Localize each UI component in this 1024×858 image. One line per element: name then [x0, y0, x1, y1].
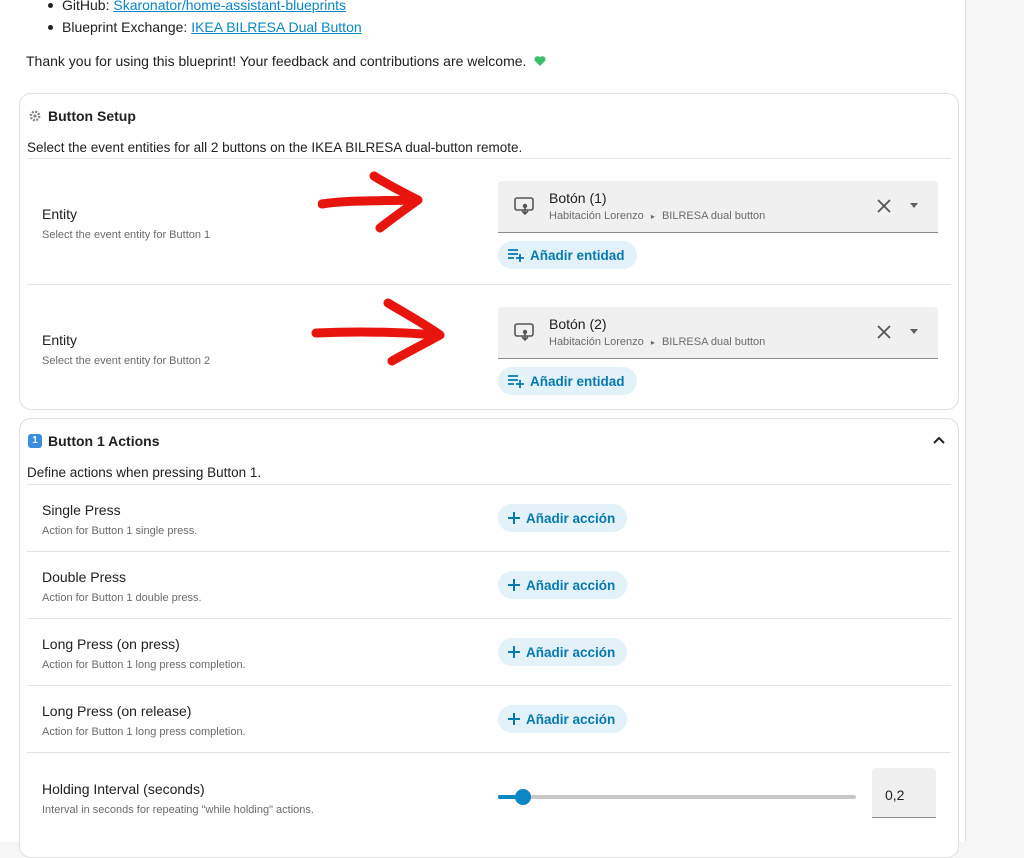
entity-1-help: Select the event entity for Button 1 — [42, 229, 211, 241]
holding-interval-slider[interactable] — [498, 789, 856, 805]
plus-icon — [508, 646, 520, 658]
entity-1-device: BILRESA dual button — [661, 210, 766, 222]
keycap-1-icon: 1 — [28, 434, 42, 448]
button1-actions-description: Define actions when pressing Button 1. — [27, 465, 262, 480]
playlist-plus-icon — [508, 249, 524, 262]
clear-icon[interactable] — [876, 324, 892, 340]
red-arrow-annotation — [311, 298, 445, 366]
add-entity-1-label: Añadir entidad — [530, 247, 625, 263]
add-action-label: Añadir acción — [526, 510, 616, 526]
red-arrow-annotation — [318, 171, 423, 233]
long-press-on-release-label: Long Press (on release) — [42, 703, 192, 719]
entity-2-area: Habitación Lorenzo — [549, 336, 644, 348]
add-entity-2-label: Añadir entidad — [530, 373, 625, 389]
entity-2-context: Habitación Lorenzo ▸ BILRESA dual button — [549, 336, 765, 348]
thanks-message: Thank you for using this blueprint! Your… — [26, 53, 527, 69]
button-setup-section: Button Setup Select the event entities f… — [19, 93, 959, 410]
exchange-label: Blueprint Exchange: — [62, 19, 192, 35]
entity-2-name: Botón (2) — [549, 316, 607, 332]
entity-1-name: Botón (1) — [549, 190, 607, 206]
breadcrumb-separator-icon: ▸ — [650, 338, 655, 347]
button1-actions-header[interactable]: 1 Button 1 Actions — [28, 433, 159, 449]
thanks-text: Thank you for using this blueprint! Your… — [26, 52, 546, 70]
add-entity-1-button[interactable]: Añadir entidad — [498, 241, 637, 269]
links-list: GitHub: Skaronator/home-assistant-bluepr… — [44, 0, 362, 38]
divider — [27, 284, 951, 285]
long-press-on-press-help: Action for Button 1 long press completio… — [42, 659, 246, 671]
gesture-tap-button-icon — [514, 323, 534, 342]
add-action-label: Añadir acción — [526, 644, 616, 660]
divider — [27, 618, 951, 619]
entity-1-label: Entity — [42, 206, 78, 222]
gesture-tap-button-icon — [514, 197, 534, 216]
button1-actions-title: Button 1 Actions — [48, 433, 160, 449]
slider-thumb[interactable] — [515, 789, 532, 805]
github-label: GitHub: — [62, 0, 114, 13]
exchange-item: Blueprint Exchange: IKEA BILRESA Dual Bu… — [44, 16, 362, 38]
holding-interval-label: Holding Interval (seconds) — [42, 781, 205, 797]
divider — [27, 685, 951, 686]
entity-2-label: Entity — [42, 332, 78, 348]
entity-2-device: BILRESA dual button — [661, 336, 766, 348]
double-press-label: Double Press — [42, 569, 127, 585]
entity-1-context: Habitación Lorenzo ▸ BILRESA dual button — [549, 210, 765, 222]
holding-interval-input[interactable]: 0,2 — [872, 768, 936, 818]
entity-1-area: Habitación Lorenzo — [549, 210, 644, 222]
divider — [27, 551, 951, 552]
clear-icon[interactable] — [876, 198, 892, 214]
green-heart-icon — [534, 56, 546, 66]
github-link[interactable]: Skaronator/home-assistant-blueprints — [113, 0, 346, 13]
double-press-help: Action for Button 1 double press. — [42, 592, 202, 604]
exchange-link[interactable]: IKEA BILRESA Dual Button — [191, 19, 361, 35]
holding-interval-help: Interval in seconds for repeating "while… — [42, 804, 314, 816]
chevron-up-icon[interactable] — [932, 435, 946, 445]
button-setup-description: Select the event entities for all 2 butt… — [27, 140, 523, 155]
add-action-label: Añadir acción — [526, 711, 616, 727]
long-press-on-release-help: Action for Button 1 long press completio… — [42, 726, 246, 738]
single-press-help: Action for Button 1 single press. — [42, 525, 198, 537]
divider — [27, 158, 951, 159]
blueprint-page: GitHub: Skaronator/home-assistant-bluepr… — [0, 0, 966, 858]
entity-1-picker[interactable]: Botón (1) Habitación Lorenzo ▸ BILRESA d… — [498, 181, 938, 233]
add-action-double-press-button[interactable]: Añadir acción — [498, 571, 628, 599]
divider — [27, 752, 951, 753]
add-action-single-press-button[interactable]: Añadir acción — [498, 504, 628, 532]
button-setup-title: Button Setup — [48, 108, 136, 124]
button-setup-header: Button Setup — [28, 108, 136, 124]
add-action-long-press-button[interactable]: Añadir acción — [498, 638, 628, 666]
entity-2-help: Select the event entity for Button 2 — [42, 355, 211, 367]
divider — [27, 484, 951, 485]
add-entity-2-button[interactable]: Añadir entidad — [498, 367, 637, 395]
plus-icon — [508, 713, 520, 725]
plus-icon — [508, 512, 520, 524]
dropdown-arrow-icon[interactable] — [910, 329, 918, 334]
plus-icon — [508, 579, 520, 591]
breadcrumb-separator-icon: ▸ — [650, 212, 655, 221]
single-press-label: Single Press — [42, 502, 121, 518]
long-press-on-press-label: Long Press (on press) — [42, 636, 180, 652]
add-action-label: Añadir acción — [526, 577, 616, 593]
gear-icon — [29, 110, 41, 122]
add-action-long-release-button[interactable]: Añadir acción — [498, 705, 628, 733]
dropdown-arrow-icon[interactable] — [910, 203, 918, 208]
entity-2-picker[interactable]: Botón (2) Habitación Lorenzo ▸ BILRESA d… — [498, 307, 938, 359]
playlist-plus-icon — [508, 375, 524, 388]
button1-actions-section: 1 Button 1 Actions Define actions when p… — [19, 418, 959, 858]
github-item: GitHub: Skaronator/home-assistant-bluepr… — [44, 0, 362, 16]
